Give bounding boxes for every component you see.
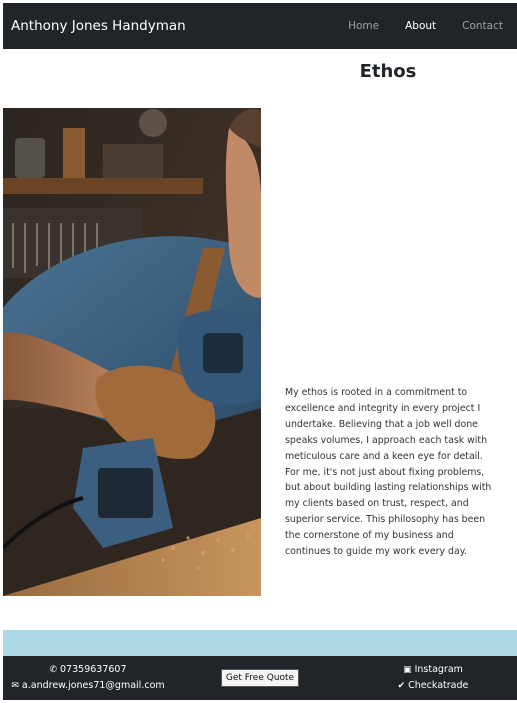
envelope-icon: ✉ (11, 681, 19, 691)
phone-icon: ✆ (49, 665, 58, 675)
nav-link-about[interactable]: About (405, 20, 436, 32)
check-circle-icon: ✔ (397, 681, 406, 691)
checkatrade-label[interactable]: Checkatrade (408, 680, 468, 691)
get-free-quote-button[interactable]: Get Free Quote (221, 669, 299, 687)
instagram-icon: ▣ (403, 665, 412, 675)
nav-link-home[interactable]: Home (348, 20, 379, 32)
contact-info: ✆ 07359637607 ✉ a.andrew.jones71@gmail.com (3, 662, 173, 694)
ethos-paragraph: My ethos is rooted in a commitment to ex… (285, 387, 492, 558)
footer-accent-band (3, 630, 517, 656)
phone-number[interactable]: 07359637607 (60, 664, 127, 675)
phone-line[interactable]: ✆ 07359637607 (3, 662, 173, 678)
handyman-drill-photo (3, 108, 261, 596)
instagram-label[interactable]: Instagram (415, 664, 463, 675)
page-title: Ethos (359, 61, 417, 82)
instagram-link[interactable]: ▣ Instagram (363, 662, 503, 678)
email-address[interactable]: a.andrew.jones71@gmail.com (22, 680, 165, 691)
email-line[interactable]: ✉ a.andrew.jones71@gmail.com (3, 678, 173, 694)
footer: ✆ 07359637607 ✉ a.andrew.jones71@gmail.com… (3, 656, 517, 700)
nav-links: Home About Contact (348, 3, 503, 49)
brand-title[interactable]: Anthony Jones Handyman (11, 18, 186, 34)
navbar: Anthony Jones Handyman Home About Contac… (3, 3, 517, 49)
social-links: ▣ Instagram ✔ Checkatrade (363, 662, 503, 694)
nav-link-contact[interactable]: Contact (462, 20, 503, 32)
checkatrade-link[interactable]: ✔ Checkatrade (363, 678, 503, 694)
